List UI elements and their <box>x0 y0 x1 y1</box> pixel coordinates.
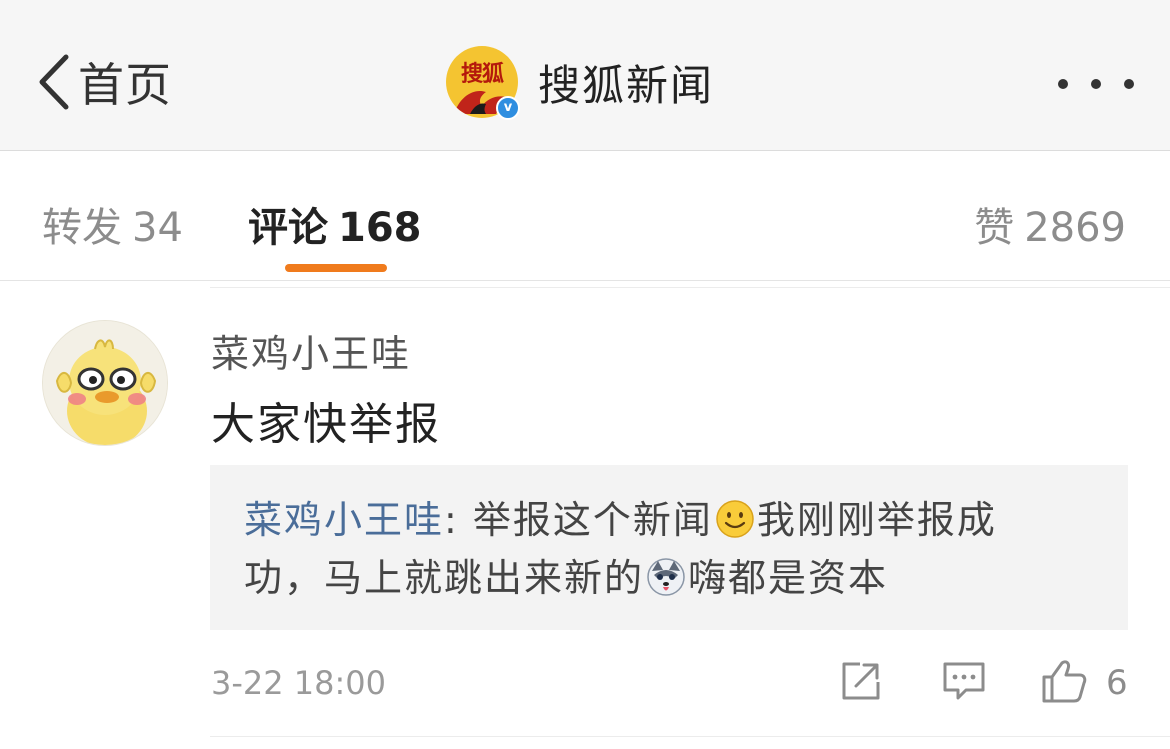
duck-avatar-icon <box>43 321 167 445</box>
tab-repost-label: 转发 <box>42 205 122 251</box>
reply-box[interactable]: 菜鸡小王哇: 举报这个新闻 我刚刚举报成 功，马上就跳出来新的 嗨都是资本 <box>210 465 1128 630</box>
more-options-button[interactable] <box>1058 72 1134 96</box>
husky-emoji-icon <box>646 555 686 596</box>
reply-line: 菜鸡小王哇: 举报这个新闻 我刚刚举报成 <box>244 491 1094 549</box>
reply-text: 功，马上就跳出来新的 <box>244 556 645 600</box>
account-header[interactable]: 搜狐 搜狐新闻 <box>446 46 714 118</box>
share-button[interactable] <box>838 660 884 706</box>
tab-like-count: 2869 <box>1024 205 1126 251</box>
more-dots-icon <box>1091 79 1101 89</box>
tab-like[interactable]: 赞 2869 <box>974 195 1126 253</box>
divider <box>210 736 1170 737</box>
reply-text: 嗨都是资本 <box>688 556 889 600</box>
tab-like-label: 赞 <box>974 205 1015 251</box>
divider <box>210 287 1170 288</box>
reply-line: 功，马上就跳出来新的 嗨都是资本 <box>244 549 1094 607</box>
back-button[interactable]: 首页 <box>36 52 172 112</box>
share-icon <box>838 658 884 708</box>
verified-badge-icon: v <box>496 96 520 120</box>
tab-comment-label: 评论 <box>248 205 328 251</box>
active-tab-indicator <box>285 264 387 272</box>
tab-bar: 转发 34 评论 168 赞 2869 <box>0 151 1170 281</box>
avatar[interactable] <box>42 320 168 446</box>
account-name: 搜狐新闻 <box>538 60 715 110</box>
top-nav-bar: 首页 搜狐 搜狐新闻 v <box>0 0 1170 151</box>
reply-username[interactable]: 菜鸡小王哇 <box>244 498 444 542</box>
like-button[interactable]: 6 <box>1040 660 1128 706</box>
thumbs-up-icon <box>1040 657 1088 709</box>
tab-comment-count: 168 <box>338 205 422 251</box>
reply-text: : 举报这个新闻 <box>444 498 713 542</box>
like-count: 6 <box>1106 663 1128 703</box>
more-dots-icon <box>1058 79 1068 89</box>
tab-repost[interactable]: 转发 34 <box>42 195 183 253</box>
chevron-left-icon <box>36 53 70 111</box>
comment-timestamp: 3-22 18:00 <box>211 664 387 702</box>
comment-username[interactable]: 菜鸡小王哇 <box>211 323 411 378</box>
comment-icon <box>940 658 988 708</box>
tab-comment[interactable]: 评论 168 <box>248 195 422 253</box>
comment-text: 大家快举报 <box>211 399 441 450</box>
smile-emoji-icon <box>715 497 755 538</box>
back-label: 首页 <box>78 58 172 112</box>
more-dots-icon <box>1124 79 1134 89</box>
reply-text: 我刚刚举报成 <box>756 498 997 542</box>
tab-repost-count: 34 <box>132 205 183 251</box>
reply-button[interactable] <box>940 660 988 706</box>
